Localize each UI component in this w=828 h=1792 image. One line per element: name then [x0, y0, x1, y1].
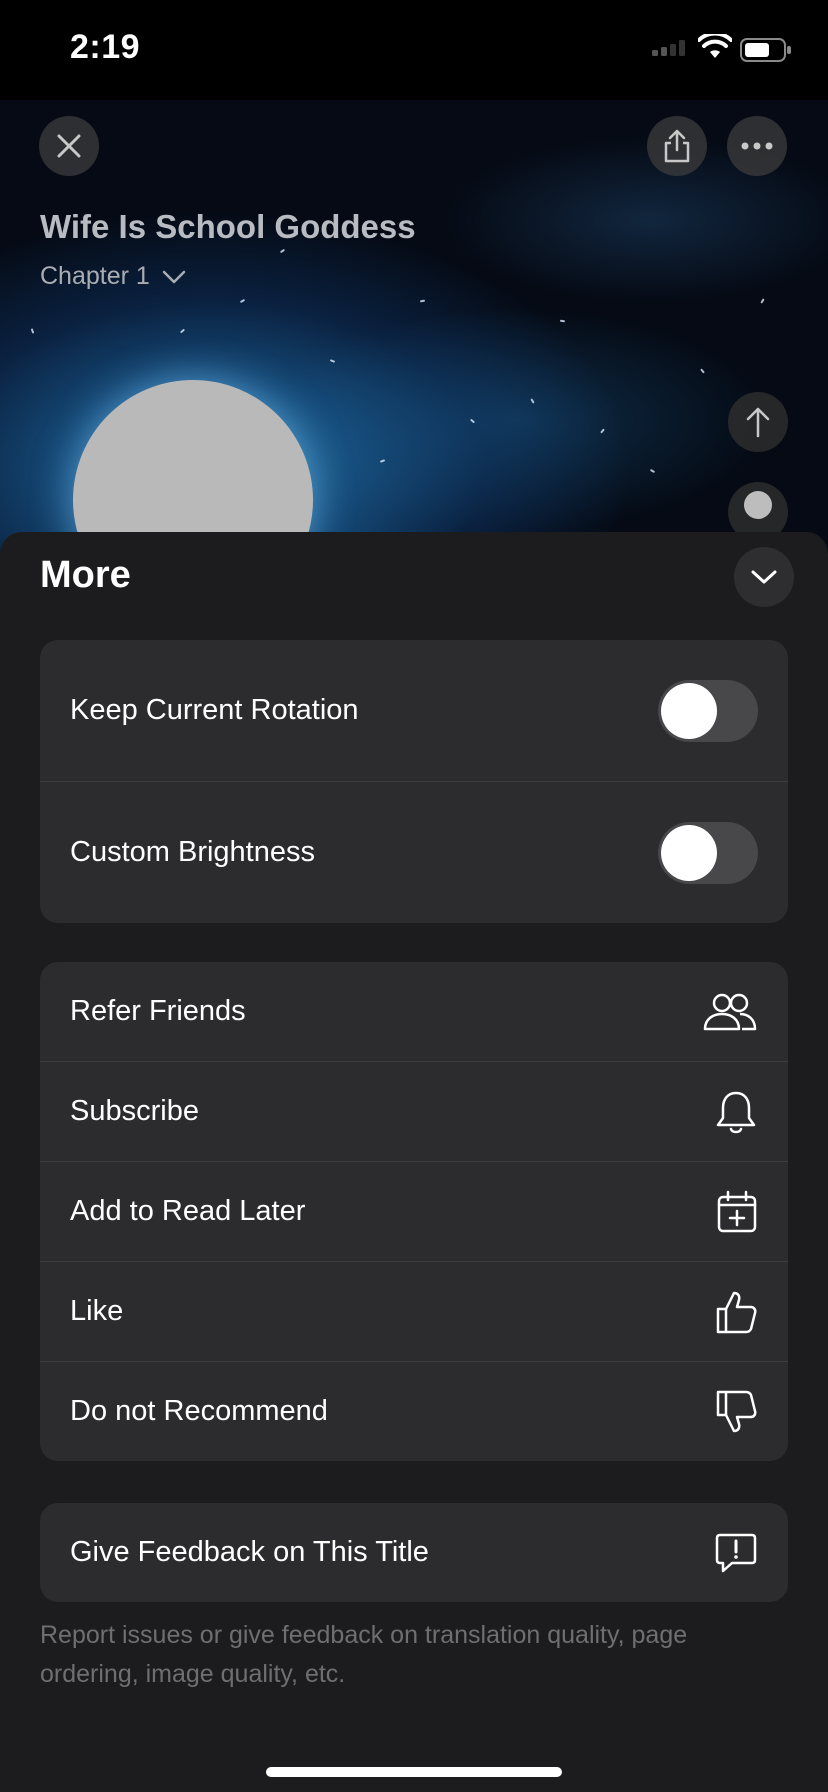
- keep-rotation-label: Keep Current Rotation: [70, 694, 359, 726]
- scroll-to-top-button[interactable]: [728, 392, 788, 452]
- feedback-icon: [715, 1533, 757, 1572]
- subscribe-label: Subscribe: [70, 1095, 199, 1127]
- more-options-button[interactable]: [727, 116, 787, 176]
- thumbs-up-icon: [716, 1291, 757, 1333]
- calendar-add-icon: [717, 1190, 757, 1232]
- custom-brightness-toggle[interactable]: [658, 821, 758, 884]
- chapter-label: Chapter 1: [40, 262, 150, 290]
- status-time: 2:19: [70, 28, 141, 66]
- do-not-recommend-row[interactable]: Do not Recommend: [40, 1361, 788, 1461]
- ellipsis-icon: [741, 142, 773, 150]
- like-row[interactable]: Like: [40, 1261, 788, 1361]
- more-sheet: More Keep Current Rotation Custom Bright…: [0, 532, 828, 1792]
- wifi-icon: [698, 34, 732, 58]
- sheet-title: More: [40, 554, 131, 596]
- give-feedback-label: Give Feedback on This Title: [70, 1536, 429, 1568]
- chevron-down-icon: [751, 570, 777, 584]
- chevron-down-icon: [162, 270, 186, 283]
- series-title: Wife Is School Goddess: [40, 208, 416, 245]
- like-label: Like: [70, 1295, 124, 1327]
- read-later-label: Add to Read Later: [70, 1195, 306, 1227]
- arrow-up-icon: [746, 407, 770, 438]
- cellular-signal-icon: [652, 40, 685, 56]
- custom-brightness-row: Custom Brightness: [40, 781, 788, 923]
- people-icon: [703, 993, 757, 1030]
- refer-friends-label: Refer Friends: [70, 995, 246, 1027]
- share-icon: [664, 129, 690, 163]
- give-feedback-row[interactable]: Give Feedback on This Title: [40, 1503, 788, 1602]
- close-button[interactable]: [39, 116, 99, 176]
- keep-rotation-toggle[interactable]: [658, 679, 758, 742]
- custom-brightness-label: Custom Brightness: [70, 836, 315, 868]
- subscribe-row[interactable]: Subscribe: [40, 1061, 788, 1161]
- share-button[interactable]: [647, 116, 707, 176]
- close-icon: [57, 134, 81, 158]
- thumbs-down-icon: [716, 1390, 757, 1432]
- chapter-selector[interactable]: Chapter 1: [40, 262, 186, 291]
- collapse-sheet-button[interactable]: [734, 547, 794, 607]
- do-not-recommend-label: Do not Recommend: [70, 1395, 328, 1427]
- feedback-note: Report issues or give feedback on transl…: [40, 1621, 688, 1688]
- keep-rotation-row: Keep Current Rotation: [40, 640, 788, 781]
- settings-toggles-group: Keep Current Rotation Custom Brightness: [40, 640, 788, 923]
- battery-icon: [740, 38, 791, 62]
- feedback-group: Give Feedback on This Title: [40, 1503, 788, 1602]
- refer-friends-row[interactable]: Refer Friends: [40, 962, 788, 1061]
- actions-group: Refer Friends Subscribe Add to Read Late…: [40, 962, 788, 1461]
- home-indicator[interactable]: [266, 1767, 562, 1777]
- handle-knob: [744, 491, 772, 519]
- bell-icon: [716, 1091, 756, 1133]
- status-bar: 2:19: [0, 0, 828, 100]
- read-later-row[interactable]: Add to Read Later: [40, 1161, 788, 1261]
